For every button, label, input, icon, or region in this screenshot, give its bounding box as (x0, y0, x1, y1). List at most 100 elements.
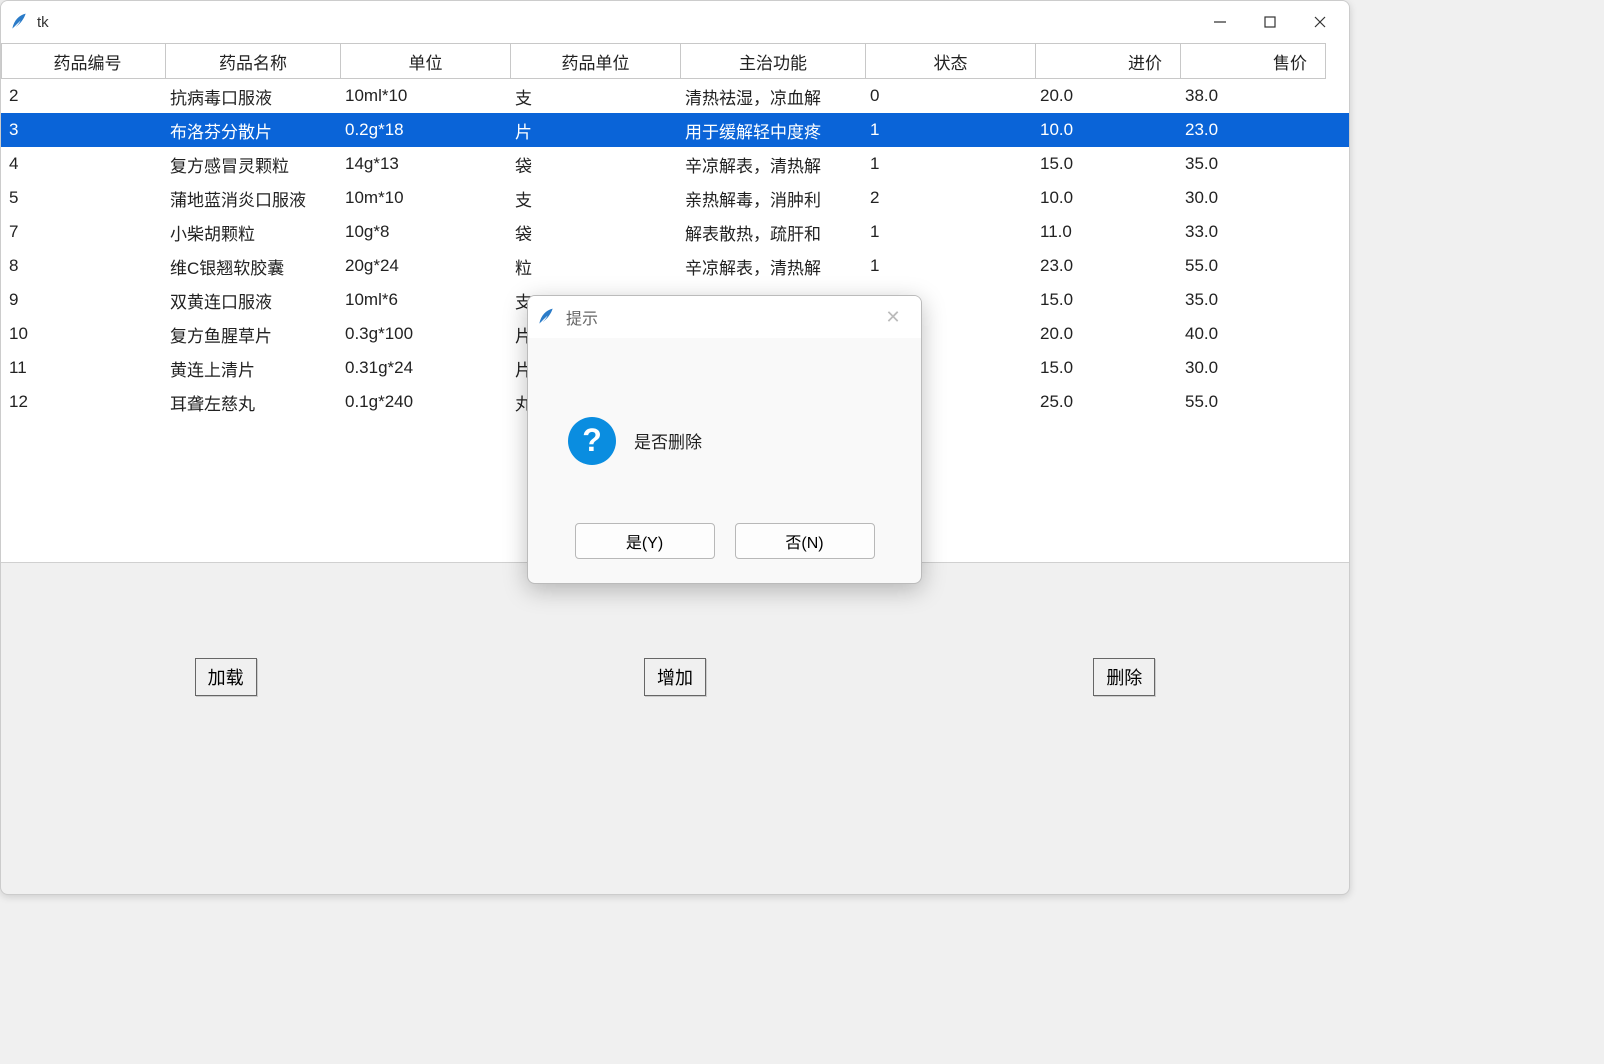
button-area: 加载 增加 删除 (1, 563, 1349, 894)
confirm-dialog: 提示 ✕ ? 是否删除 是(Y) 否(N) (527, 295, 922, 584)
dialog-title: 提示 (566, 305, 598, 329)
cell-id: 11 (1, 358, 166, 378)
cell-status: 1 (866, 256, 1036, 276)
cell-price: 23.0 (1181, 120, 1326, 140)
cell-spec: 0.2g*18 (341, 120, 511, 140)
col-price[interactable]: 售价 (1181, 43, 1326, 79)
cell-status: 1 (866, 154, 1036, 174)
cell-unit: 支 (511, 186, 681, 211)
cell-id: 9 (1, 290, 166, 310)
cell-unit: 袋 (511, 152, 681, 177)
col-func[interactable]: 主治功能 (681, 43, 866, 79)
maximize-button[interactable] (1245, 1, 1295, 43)
cell-spec: 14g*13 (341, 154, 511, 174)
cell-cost: 15.0 (1036, 154, 1181, 174)
cell-cost: 23.0 (1036, 256, 1181, 276)
cell-price: 30.0 (1181, 188, 1326, 208)
cell-spec: 0.1g*240 (341, 392, 511, 412)
cell-name: 双黄连口服液 (166, 288, 341, 313)
cell-unit: 粒 (511, 254, 681, 279)
cell-cost: 20.0 (1036, 86, 1181, 106)
cell-price: 30.0 (1181, 358, 1326, 378)
cell-func: 亲热解毒，消肿利 (681, 186, 866, 211)
cell-price: 35.0 (1181, 154, 1326, 174)
cell-func: 辛凉解表，清热解 (681, 254, 866, 279)
cell-status: 0 (866, 86, 1036, 106)
cell-id: 5 (1, 188, 166, 208)
cell-unit: 片 (511, 118, 681, 143)
table-row[interactable]: 3布洛芬分散片0.2g*18片用于缓解轻中度疼110.023.0 (1, 113, 1349, 147)
cell-id: 4 (1, 154, 166, 174)
cell-name: 复方感冒灵颗粒 (166, 152, 341, 177)
cell-id: 8 (1, 256, 166, 276)
cell-cost: 25.0 (1036, 392, 1181, 412)
cell-price: 55.0 (1181, 392, 1326, 412)
dialog-body: ? 是否删除 (528, 338, 921, 523)
col-unit[interactable]: 药品单位 (511, 43, 681, 79)
table-row[interactable]: 7小柴胡颗粒10g*8袋解表散热，疏肝和111.033.0 (1, 215, 1349, 249)
minimize-button[interactable] (1195, 1, 1245, 43)
question-icon: ? (568, 417, 616, 465)
table-row[interactable]: 8维C银翘软胶囊20g*24粒辛凉解表，清热解123.055.0 (1, 249, 1349, 283)
load-button[interactable]: 加载 (195, 658, 257, 696)
dialog-close-button[interactable]: ✕ (873, 307, 913, 328)
dialog-app-icon (536, 307, 556, 327)
no-button[interactable]: 否(N) (735, 523, 875, 559)
dialog-buttons: 是(Y) 否(N) (528, 523, 921, 583)
col-name[interactable]: 药品名称 (166, 43, 341, 79)
cell-id: 10 (1, 324, 166, 344)
col-id[interactable]: 药品编号 (1, 43, 166, 79)
cell-cost: 15.0 (1036, 358, 1181, 378)
cell-price: 35.0 (1181, 290, 1326, 310)
cell-price: 55.0 (1181, 256, 1326, 276)
cell-name: 耳聋左慈丸 (166, 390, 341, 415)
table-row[interactable]: 4复方感冒灵颗粒14g*13袋辛凉解表，清热解115.035.0 (1, 147, 1349, 181)
cell-id: 12 (1, 392, 166, 412)
cell-status: 1 (866, 222, 1036, 242)
cell-name: 维C银翘软胶囊 (166, 254, 341, 279)
cell-spec: 10g*8 (341, 222, 511, 242)
col-status[interactable]: 状态 (866, 43, 1036, 79)
table-row[interactable]: 2抗病毒口服液10ml*10支清热祛湿，凉血解020.038.0 (1, 79, 1349, 113)
cell-name: 黄连上清片 (166, 356, 341, 381)
cell-name: 抗病毒口服液 (166, 84, 341, 109)
cell-unit: 袋 (511, 220, 681, 245)
delete-button[interactable]: 删除 (1093, 658, 1155, 696)
col-cost[interactable]: 进价 (1036, 43, 1181, 79)
cell-func: 解表散热，疏肝和 (681, 220, 866, 245)
cell-spec: 0.3g*100 (341, 324, 511, 344)
cell-cost: 20.0 (1036, 324, 1181, 344)
cell-cost: 10.0 (1036, 188, 1181, 208)
cell-id: 7 (1, 222, 166, 242)
cell-spec: 10ml*10 (341, 86, 511, 106)
table-header: 药品编号 药品名称 单位 药品单位 主治功能 状态 进价 售价 (1, 43, 1349, 79)
cell-func: 用于缓解轻中度疼 (681, 118, 866, 143)
cell-spec: 0.31g*24 (341, 358, 511, 378)
table-row[interactable]: 5蒲地蓝消炎口服液10m*10支亲热解毒，消肿利210.030.0 (1, 181, 1349, 215)
cell-id: 2 (1, 86, 166, 106)
cell-func: 清热祛湿，凉血解 (681, 84, 866, 109)
close-button[interactable] (1295, 1, 1345, 43)
cell-price: 38.0 (1181, 86, 1326, 106)
cell-price: 40.0 (1181, 324, 1326, 344)
cell-cost: 11.0 (1036, 222, 1181, 242)
cell-unit: 支 (511, 84, 681, 109)
yes-button[interactable]: 是(Y) (575, 523, 715, 559)
add-button[interactable]: 增加 (644, 658, 706, 696)
app-icon (9, 12, 29, 32)
col-spec[interactable]: 单位 (341, 43, 511, 79)
cell-cost: 15.0 (1036, 290, 1181, 310)
cell-spec: 10m*10 (341, 188, 511, 208)
cell-status: 2 (866, 188, 1036, 208)
cell-cost: 10.0 (1036, 120, 1181, 140)
cell-spec: 20g*24 (341, 256, 511, 276)
cell-name: 蒲地蓝消炎口服液 (166, 186, 341, 211)
dialog-titlebar: 提示 ✕ (528, 296, 921, 338)
cell-price: 33.0 (1181, 222, 1326, 242)
title-bar: tk (1, 1, 1349, 43)
cell-id: 3 (1, 120, 166, 140)
window-title: tk (37, 14, 49, 31)
cell-name: 布洛芬分散片 (166, 118, 341, 143)
window-controls (1195, 1, 1345, 43)
cell-func: 辛凉解表，清热解 (681, 152, 866, 177)
